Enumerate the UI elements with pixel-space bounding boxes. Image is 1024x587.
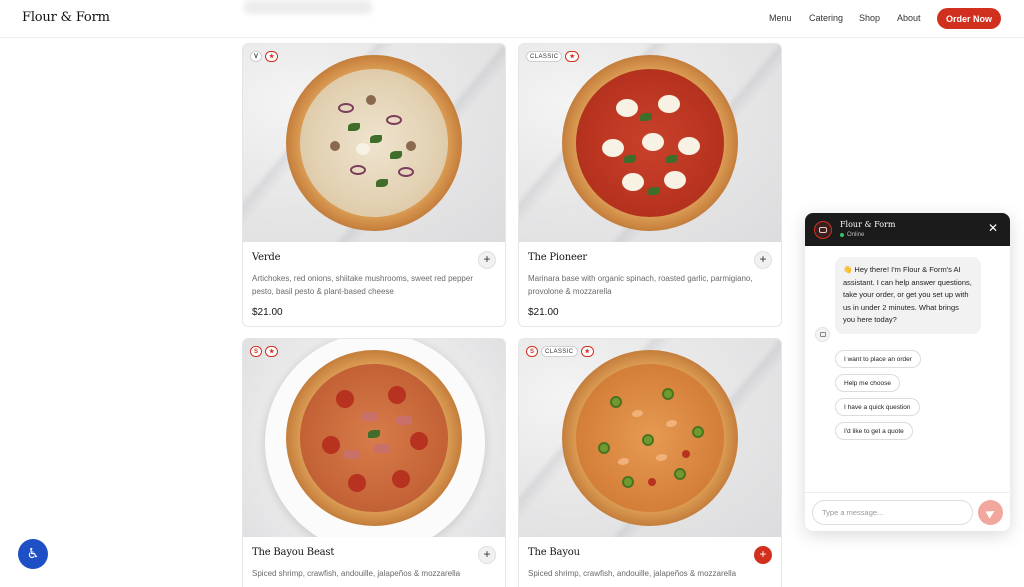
add-to-cart-button[interactable]: +: [754, 251, 772, 269]
menu-card[interactable]: S ★ The Bayou Beast + Spiced shrimp, cra…: [242, 338, 506, 587]
card-body: Verde + Artichokes, red onions, shiitake…: [243, 242, 505, 326]
badge-group: V ★: [250, 51, 279, 62]
accessibility-icon: ♿: [26, 546, 40, 562]
nav-link-about[interactable]: About: [897, 13, 921, 23]
pizza-image: [562, 55, 738, 231]
pizza-name: Verde: [252, 252, 281, 263]
bot-icon: [815, 327, 830, 342]
pizza-image: [286, 55, 462, 231]
pizza-name: The Pioneer: [528, 252, 588, 263]
card-body: The Bayou + Spiced shrimp, crawfish, and…: [519, 537, 781, 587]
site-logo[interactable]: Flour & Form: [22, 10, 110, 25]
classic-badge: CLASSIC: [526, 51, 563, 62]
pizza-image: [562, 350, 738, 526]
bot-message: 👋 Hey there! I'm Flour & Form's AI assis…: [835, 257, 981, 334]
pizza-description: Artichokes, red onions, shiitake mushroo…: [252, 274, 473, 296]
chat-widget: Flour & Form Online ✕ 👋 Hey there! I'm F…: [805, 213, 1010, 531]
pizza-price: $21.00: [252, 307, 283, 318]
pizza-description: Spiced shrimp, crawfish, andouille, jala…: [252, 569, 461, 578]
spicy-badge: S: [250, 346, 263, 357]
close-icon[interactable]: ✕: [986, 221, 1000, 235]
pizza-description: Marinara base with organic spinach, roas…: [528, 274, 753, 296]
nav-link-menu[interactable]: Menu: [769, 13, 792, 23]
add-to-cart-button[interactable]: +: [478, 251, 496, 269]
bot-avatar-icon: [814, 221, 832, 239]
send-button[interactable]: [978, 500, 1003, 525]
badge-group: CLASSIC ★: [526, 51, 579, 62]
pizza-photo[interactable]: CLASSIC ★: [519, 44, 781, 242]
quick-reply-quick-question[interactable]: I have a quick question: [835, 398, 920, 416]
nav-link-catering[interactable]: Catering: [809, 13, 843, 23]
pizza-photo[interactable]: S CLASSIC ★: [519, 339, 781, 537]
page-heading-blurred: [244, 0, 372, 14]
card-body: The Bayou Beast + Spiced shrimp, crawfis…: [243, 537, 505, 587]
chat-status: Online: [840, 232, 864, 238]
online-indicator-icon: [840, 233, 844, 237]
chat-title: Flour & Form: [840, 220, 896, 229]
pizza-image: [286, 350, 462, 526]
quick-reply-help-choose[interactable]: Help me choose: [835, 374, 900, 392]
pizza-description: Spiced shrimp, crawfish, andouille, jala…: [528, 569, 737, 578]
site-header: Flour & Form Menu Catering Shop About Or…: [0, 0, 1024, 38]
vegan-badge: V: [250, 51, 263, 62]
card-body: The Pioneer + Marinara base with organic…: [519, 242, 781, 326]
chat-footer: [805, 492, 1010, 531]
quick-reply-place-order[interactable]: I want to place an order: [835, 350, 921, 368]
pizza-price: $21.00: [528, 307, 559, 318]
menu-card[interactable]: S CLASSIC ★ The Bayou + Spiced shrimp, c…: [518, 338, 782, 587]
spicy-badge: S: [526, 346, 539, 357]
nav-link-shop[interactable]: Shop: [859, 13, 880, 23]
pizza-name: The Bayou Beast: [252, 547, 335, 558]
pizza-photo[interactable]: S ★: [243, 339, 505, 537]
star-badge: ★: [265, 51, 279, 62]
order-now-button[interactable]: Order Now: [937, 8, 1001, 29]
star-badge: ★: [580, 346, 594, 357]
badge-group: S CLASSIC ★: [526, 346, 594, 357]
add-to-cart-button[interactable]: +: [754, 546, 772, 564]
quick-reply-get-quote[interactable]: I'd like to get a quote: [835, 422, 913, 440]
add-to-cart-button[interactable]: +: [478, 546, 496, 564]
chat-message-input[interactable]: [812, 500, 973, 525]
chat-header: Flour & Form Online ✕: [805, 213, 1010, 246]
classic-badge: CLASSIC: [541, 346, 578, 357]
pizza-photo[interactable]: V ★: [243, 44, 505, 242]
menu-card[interactable]: V ★ Verde + Artichokes, red onions, shii…: [242, 43, 506, 327]
pizza-name: The Bayou: [528, 547, 580, 558]
accessibility-button[interactable]: ♿: [18, 539, 48, 569]
badge-group: S ★: [250, 346, 279, 357]
chat-status-label: Online: [847, 232, 865, 238]
star-badge: ★: [265, 346, 279, 357]
send-icon: [985, 507, 996, 518]
menu-card[interactable]: CLASSIC ★ The Pioneer + Marinara base wi…: [518, 43, 782, 327]
page: Flour & Form Menu Catering Shop About Or…: [0, 0, 1024, 587]
star-badge: ★: [565, 51, 579, 62]
